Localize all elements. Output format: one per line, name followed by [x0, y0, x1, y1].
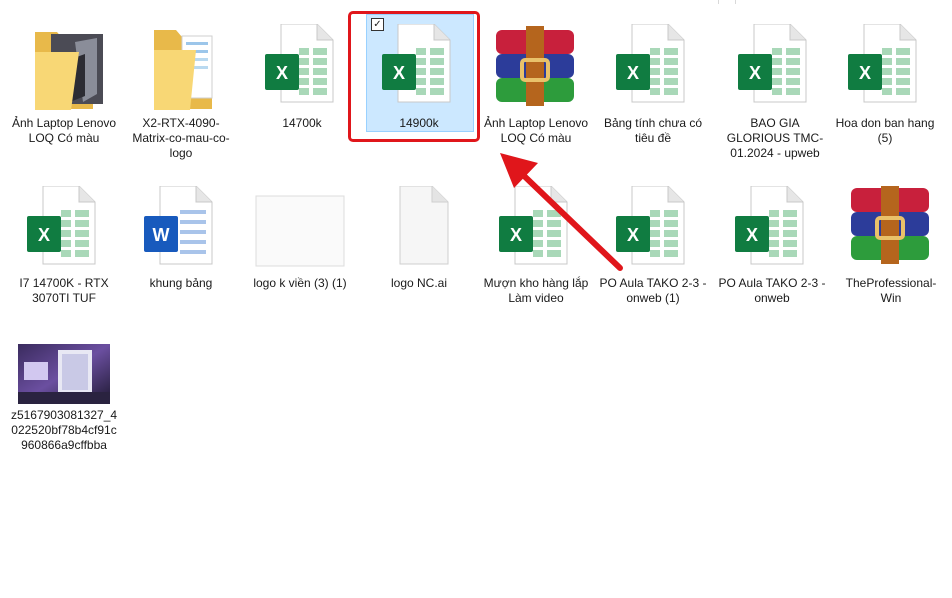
annotation-arrow — [500, 153, 623, 271]
